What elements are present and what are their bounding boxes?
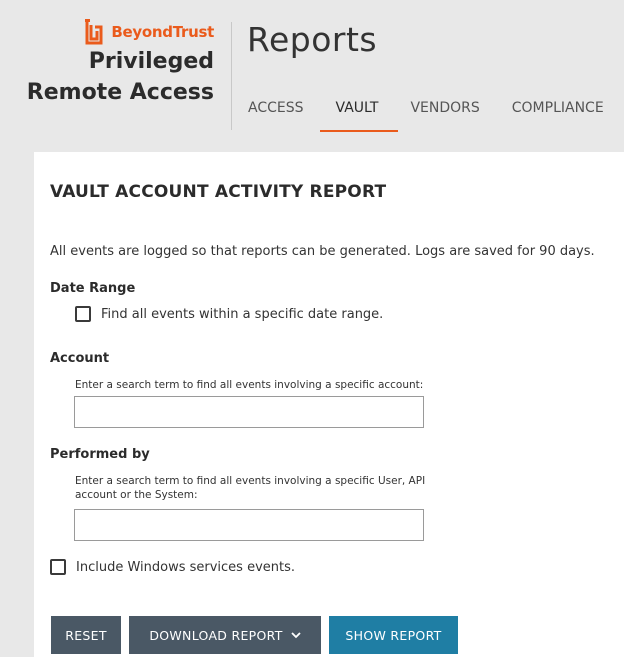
windows-services-checkbox-label[interactable]: Include Windows services events. (76, 560, 295, 575)
tab-vault[interactable]: VAULT (320, 94, 395, 126)
date-range-option[interactable]: Find all events within a specific date r… (75, 306, 383, 322)
download-report-button-label: DOWNLOAD REPORT (149, 627, 283, 643)
reset-button-label: RESET (65, 627, 107, 643)
date-range-label: Date Range (50, 281, 136, 296)
tab-vendors[interactable]: VENDORS (394, 94, 495, 126)
brand-company-row: BeyondTrust (0, 18, 218, 46)
performed-by-label: Performed by (50, 447, 150, 462)
windows-services-checkbox[interactable] (50, 559, 66, 575)
report-nav: ACCESS VAULT VENDORS COMPLIANCE (232, 94, 620, 134)
date-range-checkbox[interactable] (75, 306, 91, 322)
show-report-button[interactable]: SHOW REPORT (329, 616, 458, 654)
download-report-button[interactable]: DOWNLOAD REPORT (129, 616, 321, 654)
date-range-checkbox-label[interactable]: Find all events within a specific date r… (101, 307, 383, 322)
brand-company-name: BeyondTrust (111, 23, 214, 41)
tab-compliance[interactable]: COMPLIANCE (496, 94, 620, 126)
beyondtrust-logo-icon (85, 19, 103, 45)
reset-button[interactable]: RESET (51, 616, 121, 654)
chevron-down-icon (291, 632, 301, 639)
brand-product-line1: Privileged (88, 49, 214, 74)
report-title: VAULT ACCOUNT ACTIVITY REPORT (50, 182, 387, 202)
page-title: Reports (247, 20, 378, 59)
tab-access[interactable]: ACCESS (232, 94, 320, 126)
brand-product-line2: Remote Access (26, 80, 214, 105)
performed-by-search-input[interactable] (74, 509, 424, 541)
report-intro: All events are logged so that reports ca… (50, 244, 595, 259)
active-tab-indicator (320, 130, 398, 132)
windows-services-option[interactable]: Include Windows services events. (50, 559, 295, 575)
account-hint: Enter a search term to find all events i… (75, 379, 424, 391)
left-gutter (0, 152, 34, 657)
account-label: Account (50, 351, 110, 366)
performed-by-hint: Enter a search term to find all events i… (75, 475, 426, 501)
show-report-button-label: SHOW REPORT (345, 627, 442, 643)
brand-logo: BeyondTrust Privileged Remote Access (0, 18, 218, 108)
account-search-input[interactable] (74, 396, 424, 428)
